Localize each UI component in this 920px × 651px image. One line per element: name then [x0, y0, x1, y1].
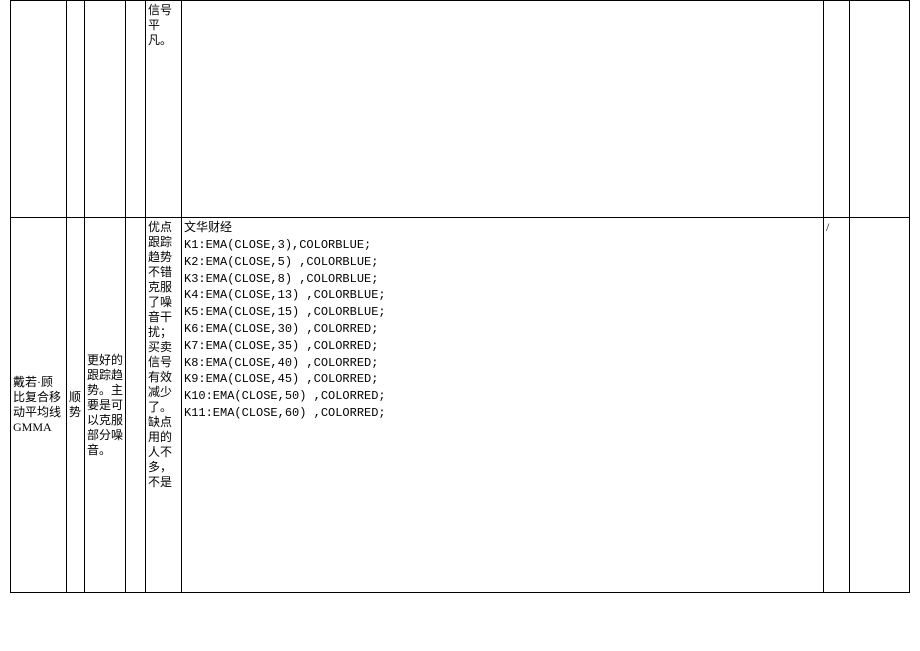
cell-r1-c3: [85, 1, 126, 218]
code-line: K4:EMA(CLOSE,13) ,COLORBLUE;: [184, 287, 821, 304]
cell-r1-c4: [126, 1, 146, 218]
code-title: 文华财经: [184, 220, 821, 235]
cell-r2-c4: [126, 218, 146, 593]
cell-r1-c8: [850, 1, 910, 218]
code-line: K10:EMA(CLOSE,50) ,COLORRED;: [184, 388, 821, 405]
cell-r1-c7: [824, 1, 850, 218]
cell-r1-c6: [182, 1, 824, 218]
cell-r2-c7: /: [824, 218, 850, 593]
code-line: K6:EMA(CLOSE,30) ,COLORRED;: [184, 321, 821, 338]
cell-r2-c5: 优点跟踪趋势不错克服了噪音干扰；买卖信号有效减少了。 缺点用的人不多，不是: [146, 218, 182, 593]
code-line: K2:EMA(CLOSE,5) ,COLORBLUE;: [184, 254, 821, 271]
code-line: K9:EMA(CLOSE,45) ,COLORRED;: [184, 371, 821, 388]
cell-r2-c1-indicator-name: 戴若·顾比复合移动平均线GMMA: [11, 218, 67, 593]
cell-r2-c6-code: 文华财经 K1:EMA(CLOSE,3),COLORBLUE;K2:EMA(CL…: [182, 218, 824, 593]
code-line: K3:EMA(CLOSE,8) ,COLORBLUE;: [184, 271, 821, 288]
code-line: K5:EMA(CLOSE,15) ,COLORBLUE;: [184, 304, 821, 321]
code-line: K8:EMA(CLOSE,40) ,COLORRED;: [184, 355, 821, 372]
code-line: K1:EMA(CLOSE,3),COLORBLUE;: [184, 237, 821, 254]
cell-r2-c3: 更好的跟踪趋势。主要是可以克服部分噪音。: [85, 218, 126, 593]
table-row: 戴若·顾比复合移动平均线GMMA 顺势 更好的跟踪趋势。主要是可以克服部分噪音。…: [11, 218, 910, 593]
cell-r1-c5: 信号平凡。: [146, 1, 182, 218]
cell-r1-c1: [11, 1, 67, 218]
cell-r1-c2: [67, 1, 85, 218]
document-page: 信号平凡。 戴若·顾比复合移动平均线GMMA 顺势 更好的跟踪趋势。主要是可以克…: [0, 0, 920, 651]
cell-r2-c8: [850, 218, 910, 593]
cell-r2-c2: 顺势: [67, 218, 85, 593]
code-listing: K1:EMA(CLOSE,3),COLORBLUE;K2:EMA(CLOSE,5…: [184, 237, 821, 422]
code-line: K7:EMA(CLOSE,35) ,COLORRED;: [184, 338, 821, 355]
code-line: K11:EMA(CLOSE,60) ,COLORRED;: [184, 405, 821, 422]
data-table: 信号平凡。 戴若·顾比复合移动平均线GMMA 顺势 更好的跟踪趋势。主要是可以克…: [10, 0, 910, 593]
table-row: 信号平凡。: [11, 1, 910, 218]
